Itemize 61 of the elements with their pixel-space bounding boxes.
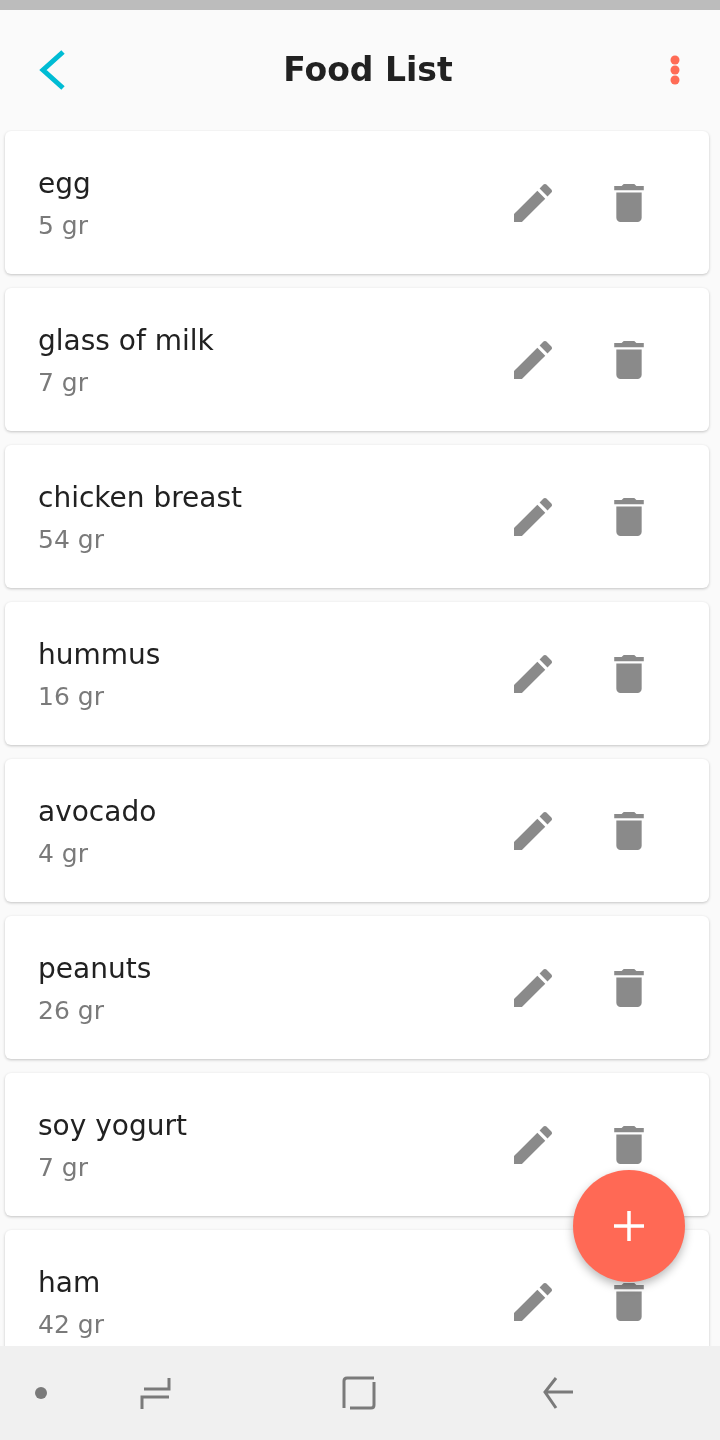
food-name: soy yogurt [38,1108,188,1144]
food-name: chicken breast [38,480,244,516]
delete-button[interactable] [614,497,644,536]
back-chevron-icon [38,50,66,90]
delete-button[interactable] [614,811,644,850]
back-nav-button[interactable] [542,1376,574,1410]
food-weight: 54 gr [38,524,105,556]
back-button[interactable] [38,50,66,90]
edit-button[interactable] [514,340,552,379]
plus-icon [614,1211,644,1241]
trash-icon [614,1125,644,1164]
food-name: ham [38,1265,102,1301]
dot-icon [35,1387,47,1399]
recent-apps-button[interactable] [140,1376,172,1410]
delete-button[interactable] [614,1125,644,1164]
edit-button[interactable] [514,1125,552,1164]
edit-button[interactable] [514,183,552,222]
trash-icon [614,654,644,693]
trash-icon [614,183,644,222]
page-title: Food List [283,49,453,91]
food-weight: 5 gr [38,210,89,242]
pencil-icon [514,1125,552,1164]
food-name: peanuts [38,951,153,987]
edit-button[interactable] [514,654,552,693]
more-vertical-icon [670,55,680,85]
delete-button[interactable] [614,183,644,222]
food-weight: 26 gr [38,995,105,1027]
food-weight: 7 gr [38,1152,89,1184]
delete-button[interactable] [614,654,644,693]
nav-dot-button[interactable] [35,1387,47,1399]
food-name: glass of milk [38,323,215,359]
edit-button[interactable] [514,968,552,1007]
pencil-icon [514,811,552,850]
more-button[interactable] [670,55,680,85]
delete-button[interactable] [614,1282,644,1321]
recent-apps-icon [140,1376,172,1410]
food-name: hummus [38,637,162,673]
home-button[interactable] [342,1376,376,1410]
pencil-icon [514,183,552,222]
back-arrow-icon [542,1376,574,1410]
edit-button[interactable] [514,1282,552,1321]
pencil-icon [514,497,552,536]
pencil-icon [514,340,552,379]
trash-icon [614,340,644,379]
pencil-icon [514,968,552,1007]
food-name: egg [38,166,92,202]
trash-icon [614,497,644,536]
pencil-icon [514,654,552,693]
trash-icon [614,811,644,850]
delete-button[interactable] [614,968,644,1007]
food-weight: 42 gr [38,1309,105,1341]
food-weight: 7 gr [38,367,89,399]
trash-icon [614,1282,644,1321]
food-name: avocado [38,794,158,830]
pencil-icon [514,1282,552,1321]
food-weight: 16 gr [38,681,105,713]
trash-icon [614,968,644,1007]
edit-button[interactable] [514,811,552,850]
delete-button[interactable] [614,340,644,379]
food-weight: 4 gr [38,838,89,870]
edit-button[interactable] [514,497,552,536]
